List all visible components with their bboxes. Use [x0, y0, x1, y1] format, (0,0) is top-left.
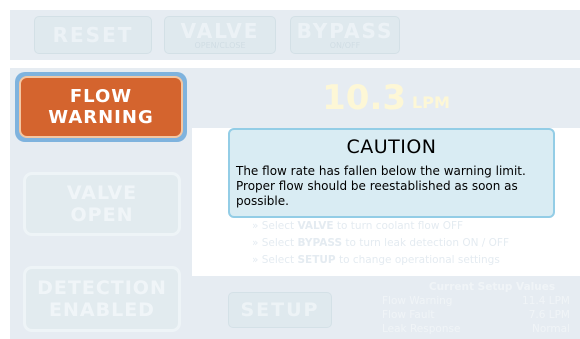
setup-row: Flow Warning 11.4 LPM [382, 294, 578, 308]
flow-warning-line2: WARNING [48, 107, 154, 128]
setup-panel: SETUP Current Setup Values Flow Warning … [192, 276, 580, 339]
flow-warning-face: FLOW WARNING [19, 76, 183, 138]
detection-enabled-indicator[interactable]: DETECTION ENABLED [23, 266, 181, 332]
hint-valve-key: VALVE [297, 220, 334, 232]
detection-line1: DETECTION [37, 277, 167, 299]
caution-dialog[interactable]: CAUTION The flow rate has fallen below t… [228, 128, 555, 218]
current-setup-values: Current Setup Values Flow Warning 11.4 L… [382, 280, 578, 336]
top-toolbar: RESET VALVE OPEN/CLOSE BYPASS ON/OFF [10, 10, 580, 60]
flow-warning-line1: FLOW [69, 86, 133, 107]
setup-row-value: 11.4 LPM [522, 295, 570, 307]
flow-value: 10.3 [322, 78, 407, 118]
setup-button[interactable]: SETUP [228, 292, 332, 328]
setup-row-label: Flow Fault [382, 309, 435, 321]
caution-title: CAUTION [346, 136, 437, 158]
setup-row-value: Normal [532, 323, 570, 335]
bypass-button[interactable]: BYPASS ON/OFF [290, 16, 400, 54]
valve-open-indicator[interactable]: VALVE OPEN [23, 172, 181, 236]
hint-bypass-post: to turn leak detection ON / OFF [342, 237, 509, 249]
instruction-list: » Select VALVE to turn coolant flow OFF … [252, 218, 572, 269]
flow-readout: 10.3 LPM [192, 68, 580, 128]
hint-setup-pre: » Select [252, 254, 298, 266]
valve-button-label: VALVE [180, 18, 260, 43]
setup-row: Flow Fault 7.6 LPM [382, 308, 578, 322]
valve-button[interactable]: VALVE OPEN/CLOSE [164, 16, 276, 54]
setup-row: Leak Response Normal [382, 322, 578, 336]
reset-button[interactable]: RESET [34, 16, 152, 54]
flow-monitor-screen: RESET VALVE OPEN/CLOSE BYPASS ON/OFF FLO… [0, 0, 580, 339]
setup-row-label: Flow Warning [382, 295, 453, 307]
bypass-button-label: BYPASS [296, 18, 394, 43]
detection-line2: ENABLED [49, 299, 155, 321]
hint-valve-post: to turn coolant flow OFF [333, 220, 464, 232]
flow-unit: LPM [412, 92, 450, 112]
hint-bypass: » Select BYPASS to turn leak detection O… [252, 235, 572, 252]
hint-setup-key: SETUP [297, 254, 336, 266]
flow-warning-indicator[interactable]: FLOW WARNING [15, 72, 187, 142]
valve-button-sublabel: OPEN/CLOSE [194, 40, 246, 50]
valve-open-line1: VALVE [66, 182, 138, 204]
status-column: FLOW WARNING VALVE OPEN DETECTION ENABLE… [10, 68, 192, 339]
reset-button-label: RESET [52, 23, 134, 47]
valve-open-line2: OPEN [70, 204, 134, 226]
hint-bypass-key: BYPASS [297, 237, 343, 249]
hint-setup-post: to change operational settings [335, 254, 500, 266]
setup-row-label: Leak Response [382, 323, 461, 335]
bypass-button-sublabel: ON/OFF [329, 40, 361, 50]
hint-setup: » Select SETUP to change operational set… [252, 252, 572, 269]
hint-valve: » Select VALVE to turn coolant flow OFF [252, 218, 572, 235]
hint-bypass-pre: » Select [252, 237, 298, 249]
setup-values-title: Current Setup Values [428, 281, 556, 293]
hint-valve-pre: » Select [252, 220, 298, 232]
setup-row-value: 7.6 LPM [528, 309, 570, 321]
caution-message: The flow rate has fallen below the warni… [236, 164, 526, 208]
